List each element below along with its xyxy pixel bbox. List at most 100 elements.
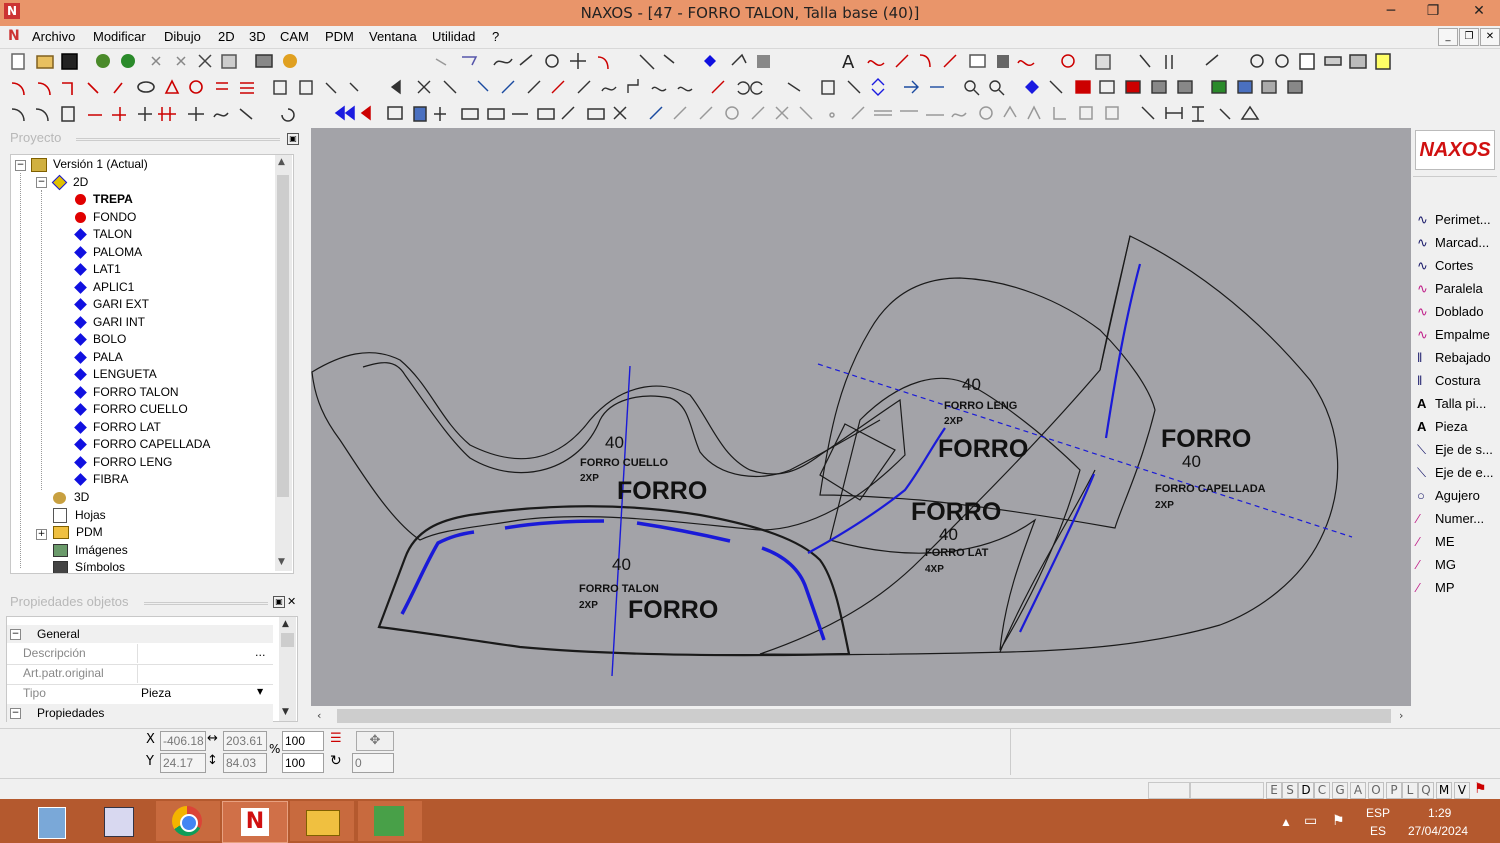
tree-item-forro-cuello[interactable]: FORRO CUELLO [74,401,188,418]
move-icon[interactable]: ✥ [356,731,394,751]
tool-agujero[interactable]: ○ Agujero [1417,486,1480,506]
y-coord-field[interactable]: 24.17 [160,753,206,773]
panel-close-icon[interactable]: ✕ [287,595,296,608]
tool-eje-simetria[interactable]: ⟍ Eje de s... [1417,440,1493,460]
tree-item-bolo[interactable]: BOLO [74,331,126,348]
status-flag-icon[interactable]: ⚑ [1474,781,1487,797]
tool-doblado[interactable]: ∿ Doblado [1417,302,1483,322]
tree-item-paloma[interactable]: PALOMA [74,244,142,261]
tree-item-pdm[interactable]: PDM [53,524,103,541]
taskbar-green-app[interactable] [358,801,422,841]
collapse-propiedades[interactable]: − [10,708,21,719]
descripcion-browse-button[interactable]: ... [255,646,266,659]
tool-mp[interactable]: ⁄ MP [1417,578,1455,598]
tree-item-forro-talon[interactable]: FORRO TALON [74,384,179,401]
group-row-propiedades[interactable]: − Propiedades [7,704,273,722]
scroll-down-icon[interactable]: ▼ [278,557,285,567]
chevron-down-icon[interactable]: ▼ [257,687,263,696]
tool-eje-escalado[interactable]: ⟍ Eje de e... [1417,463,1494,483]
tool-mg[interactable]: ⁄ MG [1417,555,1456,575]
menu-2d[interactable]: 2D [218,29,235,44]
menu-dibujo[interactable]: Dibujo [164,29,201,44]
tree-expand-pdm[interactable]: + [36,529,47,540]
tool-talla-pieza[interactable]: A Talla pi... [1417,394,1486,414]
panel-pin-icon[interactable]: ▣ [273,596,285,608]
tool-paralela[interactable]: ∿ Paralela [1417,279,1483,299]
taskbar-explorer-app[interactable] [86,801,150,841]
tree-item-forro-lat[interactable]: FORRO LAT [74,419,161,436]
tree-item-gari-int[interactable]: GARI INT [74,314,145,331]
menu-ventana[interactable]: Ventana [369,29,417,44]
status-letter-l[interactable]: L [1402,782,1418,799]
status-letter-d[interactable]: D [1298,782,1314,799]
tree-item-talon[interactable]: TALON [74,226,132,243]
keyboard-layout[interactable]: ES [1370,824,1386,838]
status-letter-m[interactable]: M [1436,782,1452,799]
tree-item-simbolos[interactable]: Símbolos [53,559,125,573]
restore-button[interactable]: ❐ [1418,0,1448,22]
height-field[interactable]: 84.03 [223,753,267,773]
collapse-general[interactable]: − [10,629,21,640]
scroll-up-icon[interactable]: ▲ [278,157,285,167]
status-letter-e[interactable]: E [1266,782,1282,799]
tool-pieza[interactable]: A Pieza [1417,417,1468,437]
tree-item-3d[interactable]: 3D [53,489,89,506]
mdi-doc-icon[interactable]: N [8,28,24,44]
menu-modificar[interactable]: Modificar [93,29,146,44]
menu-3d[interactable]: 3D [249,29,266,44]
prop-row-art-patr[interactable]: Art.patr.original [7,664,273,685]
status-letter-v[interactable]: V [1454,782,1470,799]
tree-item-fibra[interactable]: FIBRA [74,471,128,488]
tree-item-trepa[interactable]: TREPA [75,191,133,208]
taskbar-naxos[interactable]: N [222,801,288,843]
status-letter-p[interactable]: P [1386,782,1402,799]
tree-collapse-version[interactable]: − [15,160,26,171]
status-letter-q[interactable]: Q [1418,782,1434,799]
tree-item-forro-capellada[interactable]: FORRO CAPELLADA [74,436,210,453]
tree-scroll-thumb[interactable] [277,175,289,497]
tree-item-forro-leng[interactable]: FORRO LENG [74,454,172,471]
tree-item-lat1[interactable]: LAT1 [74,261,121,278]
toolbar-1-icons[interactable]: A [0,49,1500,75]
mdi-minimize-button[interactable]: _ [1438,28,1458,46]
tree-item-version[interactable]: Versión 1 (Actual) [31,156,148,173]
toolbar-3-icons[interactable] [0,101,1500,127]
language-indicator[interactable]: ESP [1366,806,1390,820]
tree-item-pala[interactable]: PALA [74,349,123,366]
panel-pin-icon[interactable]: ▣ [287,133,299,145]
tool-costura[interactable]: ‖ Costura [1417,371,1481,391]
prop-row-tipo[interactable]: Tipo Pieza ▼ [7,684,273,705]
tree-item-aplic1[interactable]: APLIC1 [74,279,134,296]
menu-utilidad[interactable]: Utilidad [432,29,475,44]
tray-chevron-icon[interactable]: ▲ [1280,815,1292,829]
status-letter-g[interactable]: G [1332,782,1348,799]
status-letter-s[interactable]: S [1282,782,1298,799]
tool-perimetro[interactable]: ∿ Perimet... [1417,210,1491,230]
drawing-canvas[interactable]: 40 FORRO CUELLO 2XP FORRO 40 FORRO TALON… [311,128,1411,706]
status-letter-c[interactable]: C [1314,782,1330,799]
rotation-field[interactable]: 0 [352,753,394,773]
tool-cortes[interactable]: ∿ Cortes [1417,256,1473,276]
props-scroll-thumb[interactable] [281,633,294,647]
scale-x-field[interactable]: 100 [282,731,324,751]
descripcion-field[interactable] [137,644,254,663]
menu-cam[interactable]: CAM [280,29,309,44]
minimize-button[interactable]: ─ [1376,0,1406,22]
pattern-drawing[interactable]: 40 FORRO CUELLO 2XP FORRO 40 FORRO TALON… [311,128,1411,706]
tool-empalme[interactable]: ∿ Empalme [1417,325,1490,345]
tree-item-hojas[interactable]: Hojas [53,507,106,524]
width-field[interactable]: 203.61 [223,731,267,751]
scroll-right-icon[interactable]: › [1399,709,1403,722]
prop-row-descripcion[interactable]: Descripción ... [7,644,273,665]
menu-pdm[interactable]: PDM [325,29,354,44]
scroll-up-icon[interactable]: ▲ [282,619,289,629]
tree-item-lengueta[interactable]: LENGUETA [74,366,157,383]
close-button[interactable]: ✕ [1458,0,1500,22]
tool-me[interactable]: ⁄ ME [1417,532,1455,552]
tool-numerado[interactable]: ⁄ Numer... [1417,509,1484,529]
canvas-hscrollbar[interactable]: ‹ › [311,706,1411,726]
menu-archivo[interactable]: Archivo [32,29,75,44]
scroll-left-icon[interactable]: ‹ [317,709,321,722]
status-letter-o[interactable]: O [1368,782,1384,799]
canvas-hscroll-thumb[interactable] [337,709,1391,723]
